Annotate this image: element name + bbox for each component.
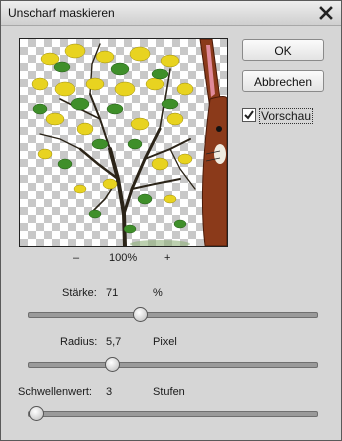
threshold-slider-thumb[interactable] — [29, 406, 44, 421]
radius-value: 5,7 — [106, 336, 122, 348]
threshold-unit: Stufen — [153, 386, 185, 398]
preview-picture — [31, 39, 227, 246]
amount-slider-track[interactable] — [28, 307, 318, 322]
amount-unit: % — [153, 287, 163, 299]
preview-image[interactable] — [19, 38, 228, 247]
threshold-slider-track[interactable] — [28, 406, 318, 421]
zoom-level: 100% — [109, 252, 138, 264]
preview-checkbox[interactable] — [242, 108, 256, 122]
zoom-in-button[interactable]: + — [164, 252, 170, 264]
ok-button[interactable]: OK — [242, 39, 324, 61]
zoom-out-button[interactable]: – — [73, 252, 79, 264]
radius-label: Radius: — [60, 336, 98, 348]
radius-slider-track[interactable] — [28, 357, 318, 372]
checkmark-icon — [244, 110, 254, 120]
amount-slider-thumb[interactable] — [132, 307, 148, 322]
unsharp-mask-dialog: Unscharf maskieren – 100% + OK Abbrechen… — [0, 0, 342, 441]
close-icon[interactable] — [319, 6, 333, 20]
dialog-title: Unscharf maskieren — [8, 6, 115, 20]
radius-slider-thumb[interactable] — [105, 357, 121, 372]
amount-label: Stärke: — [62, 287, 97, 299]
amount-value: 71 — [106, 287, 119, 299]
radius-unit: Pixel — [153, 336, 177, 348]
threshold-label: Schwellenwert: — [18, 386, 92, 398]
cancel-button[interactable]: Abbrechen — [242, 70, 324, 92]
threshold-value: 3 — [106, 386, 113, 398]
preview-checkbox-label[interactable]: Vorschau — [259, 108, 314, 124]
title-bar: Unscharf maskieren — [1, 1, 341, 26]
